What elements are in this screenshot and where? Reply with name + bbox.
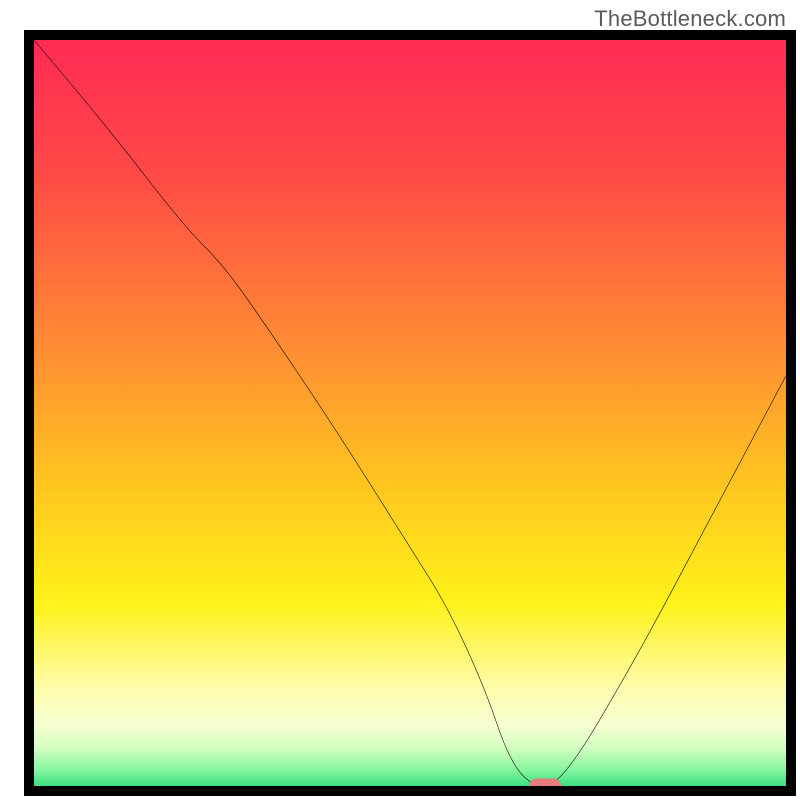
chart-canvas: TheBottleneck.com xyxy=(0,0,800,800)
bottleneck-curve xyxy=(34,40,786,786)
watermark-text: TheBottleneck.com xyxy=(594,6,786,32)
plot-frame xyxy=(24,30,796,796)
optimal-marker xyxy=(529,779,561,794)
